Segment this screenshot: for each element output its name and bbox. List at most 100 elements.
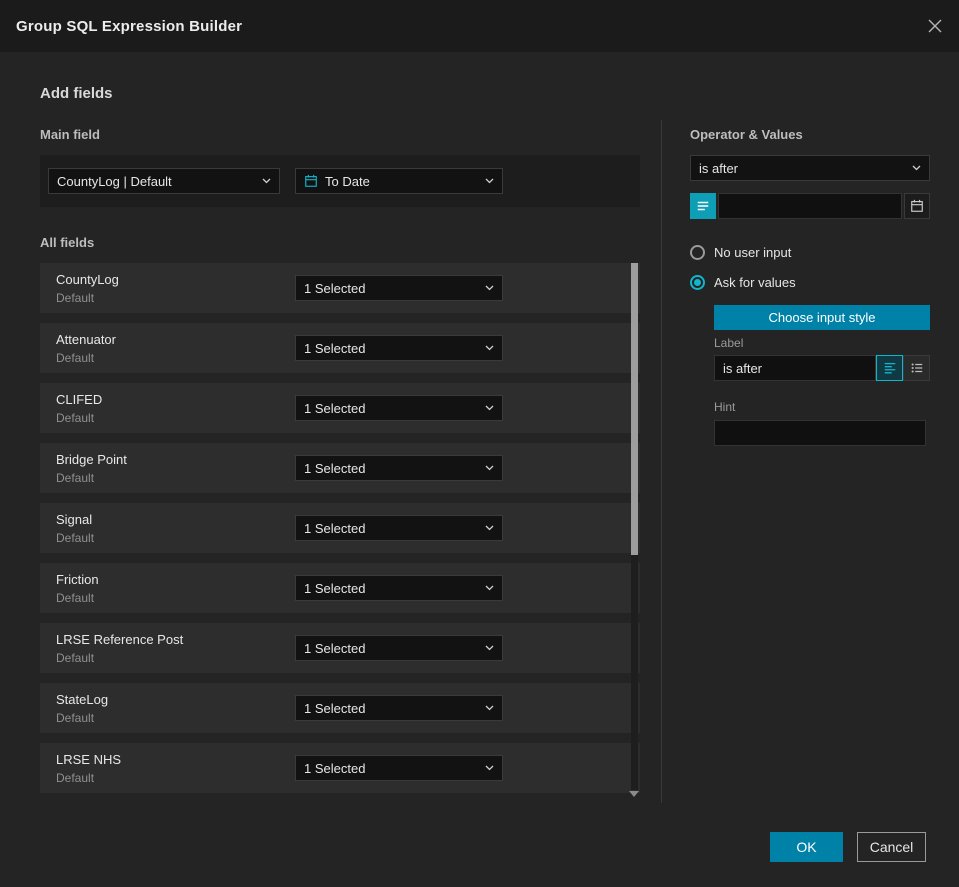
field-values-select[interactable]: 1 Selected — [295, 755, 503, 781]
input-style-text-button[interactable] — [876, 355, 903, 381]
value-entry-row — [690, 193, 930, 219]
field-name: CLIFED — [56, 391, 103, 407]
field-values-select-value: 1 Selected — [304, 280, 366, 296]
radio-label: No user input — [714, 245, 792, 260]
field-values-select[interactable]: 1 Selected — [295, 455, 503, 481]
field-name: StateLog — [56, 691, 109, 707]
field-subtitle: Default — [56, 350, 95, 365]
label-input[interactable] — [714, 355, 876, 381]
list-item: Attenuator Default 1 Selected — [40, 323, 640, 373]
chevron-down-icon — [912, 165, 921, 171]
field-name: LRSE Reference Post — [56, 631, 184, 647]
list-item: LRSE Reference Post Default 1 Selected — [40, 623, 640, 673]
field-values-select-value: 1 Selected — [304, 580, 366, 596]
field-values-select[interactable]: 1 Selected — [295, 395, 503, 421]
panel-divider — [661, 120, 662, 803]
field-subtitle: Default — [56, 710, 95, 725]
choose-input-style-button[interactable]: Choose input style — [714, 305, 930, 330]
field-values-select-value: 1 Selected — [304, 640, 366, 656]
field-subtitle: Default — [56, 590, 95, 605]
list-item: Signal Default 1 Selected — [40, 503, 640, 553]
field-values-select[interactable]: 1 Selected — [295, 515, 503, 541]
calendar-icon — [305, 174, 317, 187]
field-values-select[interactable]: 1 Selected — [295, 275, 503, 301]
field-values-select[interactable]: 1 Selected — [295, 635, 503, 661]
field-values-select[interactable]: 1 Selected — [295, 575, 503, 601]
main-date-select-value: To Date — [325, 173, 370, 189]
field-values-select-value: 1 Selected — [304, 700, 366, 716]
field-subtitle: Default — [56, 470, 95, 485]
dialog-title: Group SQL Expression Builder — [16, 17, 243, 35]
input-style-list-button[interactable] — [903, 355, 930, 381]
operator-values-heading: Operator & Values — [690, 127, 803, 142]
radio-selected-icon — [690, 275, 705, 290]
main-field-select-value: CountyLog | Default — [57, 173, 172, 189]
list-item: CLIFED Default 1 Selected — [40, 383, 640, 433]
chevron-down-icon — [485, 465, 494, 471]
field-name: Friction — [56, 571, 99, 587]
scrollbar-thumb[interactable] — [631, 263, 638, 555]
field-subtitle: Default — [56, 290, 95, 305]
field-subtitle: Default — [56, 530, 95, 545]
field-name: CountyLog — [56, 271, 119, 287]
list-icon — [911, 363, 922, 373]
chevron-down-icon — [485, 705, 494, 711]
radio-label: Ask for values — [714, 275, 796, 290]
list-item: LRSE NHS Default 1 Selected — [40, 743, 640, 793]
cancel-button[interactable]: Cancel — [857, 832, 926, 862]
operator-select-value: is after — [699, 160, 739, 176]
field-values-select-value: 1 Selected — [304, 460, 366, 476]
field-values-select[interactable]: 1 Selected — [295, 335, 503, 361]
field-values-select[interactable]: 1 Selected — [295, 695, 503, 721]
calendar-icon — [911, 199, 923, 212]
field-name: Signal — [56, 511, 93, 527]
value-type-toggle-button[interactable] — [690, 193, 716, 219]
chevron-down-icon — [485, 645, 494, 651]
value-input[interactable] — [718, 193, 902, 219]
dialog-header: Group SQL Expression Builder — [0, 0, 959, 52]
field-values-select-value: 1 Selected — [304, 520, 366, 536]
date-picker-button[interactable] — [904, 193, 930, 219]
main-field-band: CountyLog | Default To Date — [40, 155, 640, 207]
chevron-down-icon — [485, 345, 494, 351]
chevron-down-icon — [485, 765, 494, 771]
list-item: StateLog Default 1 Selected — [40, 683, 640, 733]
hint-input[interactable] — [714, 420, 926, 446]
chevron-down-icon — [485, 585, 494, 591]
list-item: Bridge Point Default 1 Selected — [40, 443, 640, 493]
align-left-icon — [884, 362, 895, 374]
scrollbar-down-arrow-icon[interactable] — [629, 791, 639, 797]
field-subtitle: Default — [56, 410, 95, 425]
all-fields-label: All fields — [40, 235, 95, 250]
radio-no-user-input[interactable]: No user input — [690, 245, 791, 260]
chevron-down-icon — [485, 285, 494, 291]
radio-ask-for-values[interactable]: Ask for values — [690, 275, 796, 290]
ok-button[interactable]: OK — [770, 832, 843, 862]
operator-select[interactable]: is after — [690, 155, 930, 181]
radio-unselected-icon — [690, 245, 705, 260]
chevron-down-icon — [262, 178, 271, 184]
field-subtitle: Default — [56, 770, 95, 785]
chevron-down-icon — [485, 525, 494, 531]
label-label: Label — [714, 336, 744, 350]
field-name: Attenuator — [56, 331, 116, 347]
main-date-select[interactable]: To Date — [295, 168, 503, 194]
close-icon[interactable] — [927, 18, 943, 34]
chevron-down-icon — [485, 178, 494, 184]
field-values-select-value: 1 Selected — [304, 340, 366, 356]
hint-label: Hint — [714, 400, 736, 414]
group-sql-expression-builder-dialog: Group SQL Expression Builder Add fields … — [0, 0, 959, 887]
field-name: Bridge Point — [56, 451, 127, 467]
all-fields-list: CountyLog Default 1 Selected Attenuator De… — [40, 263, 640, 793]
field-name: LRSE NHS — [56, 751, 122, 767]
field-subtitle: Default — [56, 650, 95, 665]
main-field-select[interactable]: CountyLog | Default — [48, 168, 280, 194]
main-field-label: Main field — [40, 127, 100, 142]
list-item: CountyLog Default 1 Selected — [40, 263, 640, 313]
list-lines-icon — [697, 201, 709, 211]
field-values-select-value: 1 Selected — [304, 400, 366, 416]
field-values-select-value: 1 Selected — [304, 760, 366, 776]
chevron-down-icon — [485, 405, 494, 411]
list-item: Friction Default 1 Selected — [40, 563, 640, 613]
label-row — [714, 355, 930, 381]
